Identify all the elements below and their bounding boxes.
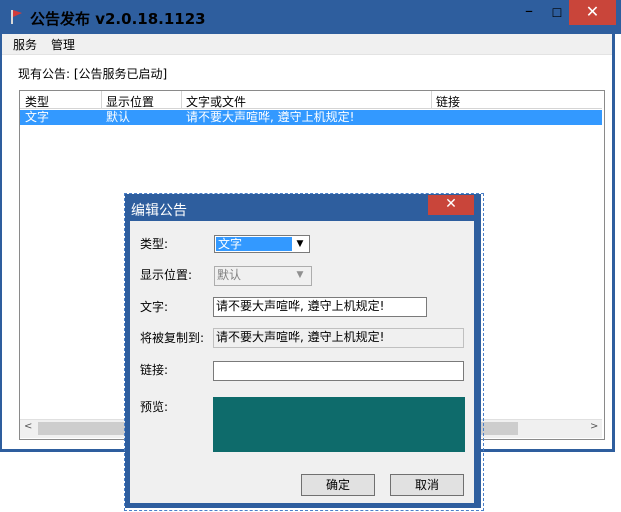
copy-to-field: 请不要大声喧哗, 遵守上机规定!: [213, 328, 464, 348]
column-header-position[interactable]: 显示位置: [106, 93, 154, 110]
maximize-button[interactable]: ☐: [544, 4, 570, 24]
app-flag-icon: [11, 10, 22, 24]
position-label: 显示位置:: [140, 268, 193, 282]
cell-content: 请不要大声喧哗, 遵守上机规定!: [186, 110, 355, 124]
position-select-value: 默认: [217, 268, 242, 282]
cell-position: 默认: [106, 110, 131, 124]
chevron-down-icon: ▼: [296, 270, 304, 280]
scroll-right-icon[interactable]: >: [590, 421, 598, 432]
chevron-down-icon[interactable]: ▼: [292, 236, 308, 252]
preview-panel: [213, 397, 465, 452]
column-divider[interactable]: [181, 91, 182, 108]
column-header-type[interactable]: 类型: [25, 93, 49, 110]
minimize-button[interactable]: –: [516, 3, 542, 24]
dialog-close-button[interactable]: ✕: [428, 195, 474, 215]
ok-button[interactable]: 确定: [301, 474, 375, 496]
scroll-left-icon[interactable]: <: [24, 421, 32, 432]
column-header-link[interactable]: 链接: [436, 93, 460, 110]
menu-bar: [2, 34, 612, 55]
text-label: 文字:: [140, 300, 169, 314]
type-label: 类型:: [140, 237, 169, 251]
copy-to-label: 将被复制到:: [140, 331, 205, 345]
column-divider[interactable]: [101, 91, 102, 108]
cancel-button[interactable]: 取消: [390, 474, 464, 496]
menu-manage[interactable]: 管理: [51, 36, 75, 53]
type-select-value[interactable]: 文字: [216, 237, 292, 251]
window-title: 公告发布 v2.0.18.1123: [30, 10, 206, 28]
link-input[interactable]: [213, 361, 464, 381]
preview-label: 预览:: [140, 400, 169, 414]
close-button[interactable]: ✕: [569, 0, 616, 25]
link-label: 链接:: [140, 363, 169, 377]
column-header-content[interactable]: 文字或文件: [186, 93, 246, 110]
column-divider[interactable]: [431, 91, 432, 108]
text-input[interactable]: 请不要大声喧哗, 遵守上机规定!: [213, 297, 427, 317]
dialog-title: 编辑公告: [131, 203, 187, 219]
menu-service[interactable]: 服务: [13, 36, 37, 53]
status-text: 现有公告: [公告服务已启动]: [18, 67, 168, 81]
cell-type: 文字: [25, 110, 50, 124]
